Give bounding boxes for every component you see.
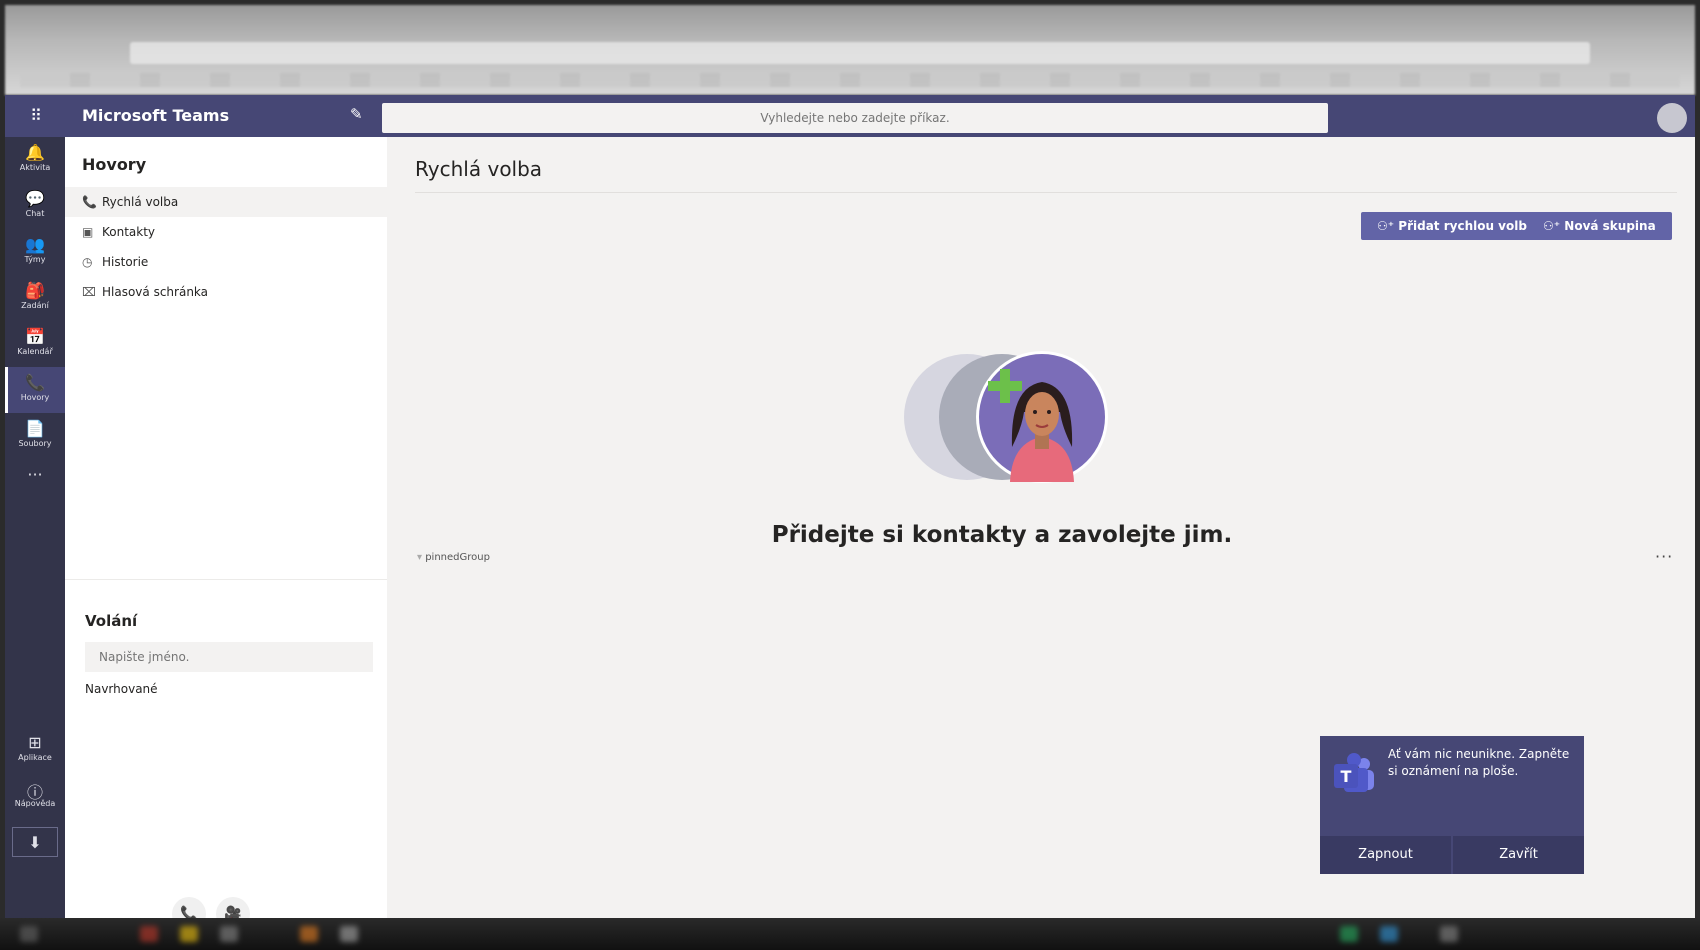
browser-chrome xyxy=(5,5,1695,95)
os-taskbar xyxy=(0,918,1700,950)
bell-icon: 🔔 xyxy=(25,143,45,162)
taskbar-tray xyxy=(1340,926,1358,942)
screen: ⠿ Microsoft Teams ✎ 🔔 Aktivita 💬 Chat 👥 … xyxy=(0,0,1700,950)
nav-item-speed-dial[interactable]: 📞 Rychlá volba xyxy=(65,187,387,217)
apps-icon: ⊞ xyxy=(28,733,42,752)
add-contact-icon: ⚇⁺ xyxy=(1377,219,1399,233)
pinned-group-toggle[interactable]: ▾ pinnedGroup xyxy=(417,552,490,563)
phone-icon: 📞 xyxy=(82,195,97,209)
rail-item-calendar[interactable]: 📅 Kalendář xyxy=(5,321,65,367)
add-speed-dial-button[interactable]: ⚇⁺ Přidat rychlou volbu xyxy=(1361,212,1552,240)
title-divider xyxy=(415,192,1677,193)
call-section-title: Volání xyxy=(85,612,138,630)
app-rail: 🔔 Aktivita 💬 Chat 👥 Týmy 🎒 Zadání 📅 Kale… xyxy=(5,137,65,918)
enable-notifications-button[interactable]: Zapnout xyxy=(1320,836,1451,874)
svg-text:T: T xyxy=(1341,767,1352,786)
nav-item-contacts[interactable]: ▣ Kontakty xyxy=(65,217,387,247)
add-group-icon: ⚇⁺ xyxy=(1543,219,1565,233)
empty-state-message: Přidejte si kontakty a zavolejte jim. xyxy=(771,522,1233,548)
notification-toast: T Ať vám nic neunikne. Zapněte si oznáme… xyxy=(1320,736,1584,874)
taskbar-app xyxy=(220,926,238,942)
taskbar-app xyxy=(340,926,358,942)
top-bar: ⠿ Microsoft Teams ✎ xyxy=(5,95,1695,137)
empty-state-illustration xyxy=(904,351,1108,483)
close-toast-button[interactable]: Zavřít xyxy=(1453,836,1584,874)
app-launcher-icon[interactable]: ⠿ xyxy=(27,107,45,125)
browser-bookmarks-bar xyxy=(20,73,1680,87)
voicemail-icon: ⌧ xyxy=(82,285,96,299)
more-options-button[interactable]: ··· xyxy=(1655,547,1673,566)
page-title: Rychlá volba xyxy=(415,157,543,181)
contacts-icon: ▣ xyxy=(82,225,94,239)
rail-item-calls[interactable]: 📞 Hovory xyxy=(5,367,65,413)
rail-item-chat[interactable]: 💬 Chat xyxy=(5,183,65,229)
nav-item-history[interactable]: ◷ Historie xyxy=(65,247,387,277)
app-title: Microsoft Teams xyxy=(82,106,230,125)
rail-item-activity[interactable]: 🔔 Aktivita xyxy=(5,137,65,183)
nav-item-voicemail[interactable]: ⌧ Hlasová schránka xyxy=(65,277,387,307)
assignments-icon: 🎒 xyxy=(25,281,45,300)
calls-panel: Hovory 📞 Rychlá volba ▣ Kontakty ◷ Histo… xyxy=(65,137,387,931)
rail-item-help[interactable]: ⓘ Nápověda xyxy=(5,773,65,819)
rail-item-teams[interactable]: 👥 Týmy xyxy=(5,229,65,275)
profile-avatar[interactable] xyxy=(1657,103,1687,133)
suggested-label: Navrhované xyxy=(85,682,158,696)
search-input[interactable] xyxy=(382,103,1328,133)
calendar-icon: 📅 xyxy=(25,327,45,346)
rail-item-apps[interactable]: ⊞ Aplikace xyxy=(5,727,65,773)
teams-app: ⠿ Microsoft Teams ✎ 🔔 Aktivita 💬 Chat 👥 … xyxy=(5,95,1695,931)
chat-icon: 💬 xyxy=(25,189,45,208)
panel-title: Hovory xyxy=(82,155,147,174)
taskbar-app xyxy=(140,926,158,942)
panel-divider xyxy=(65,579,387,580)
help-icon: ⓘ xyxy=(26,783,43,802)
browser-url-bar xyxy=(130,42,1590,64)
rail-item-files[interactable]: 📄 Soubory xyxy=(5,413,65,459)
taskbar-tray xyxy=(1440,926,1458,942)
phone-icon: 📞 xyxy=(25,373,45,392)
taskbar-app xyxy=(300,926,318,942)
download-icon: ⬇ xyxy=(28,833,42,852)
files-icon: 📄 xyxy=(25,419,45,438)
taskbar-app xyxy=(180,926,198,942)
new-chat-icon[interactable]: ✎ xyxy=(350,105,368,123)
name-input[interactable] xyxy=(85,642,373,672)
taskbar-tray xyxy=(1380,926,1398,942)
chevron-down-icon: ▾ xyxy=(417,552,426,563)
taskbar-app xyxy=(20,926,38,942)
new-group-button[interactable]: ⚇⁺ Nová skupina xyxy=(1527,212,1672,240)
rail-item-assignments[interactable]: 🎒 Zadání xyxy=(5,275,65,321)
download-app-button[interactable]: ⬇ xyxy=(12,827,58,857)
toast-message: Ať vám nic neunikne. Zapněte si oznámení… xyxy=(1388,747,1570,778)
more-icon: ··· xyxy=(27,465,43,484)
teams-logo-icon: T xyxy=(1334,753,1374,792)
rail-more-apps[interactable]: ··· xyxy=(5,459,65,489)
history-icon: ◷ xyxy=(82,255,93,269)
teams-icon: 👥 xyxy=(25,235,45,254)
